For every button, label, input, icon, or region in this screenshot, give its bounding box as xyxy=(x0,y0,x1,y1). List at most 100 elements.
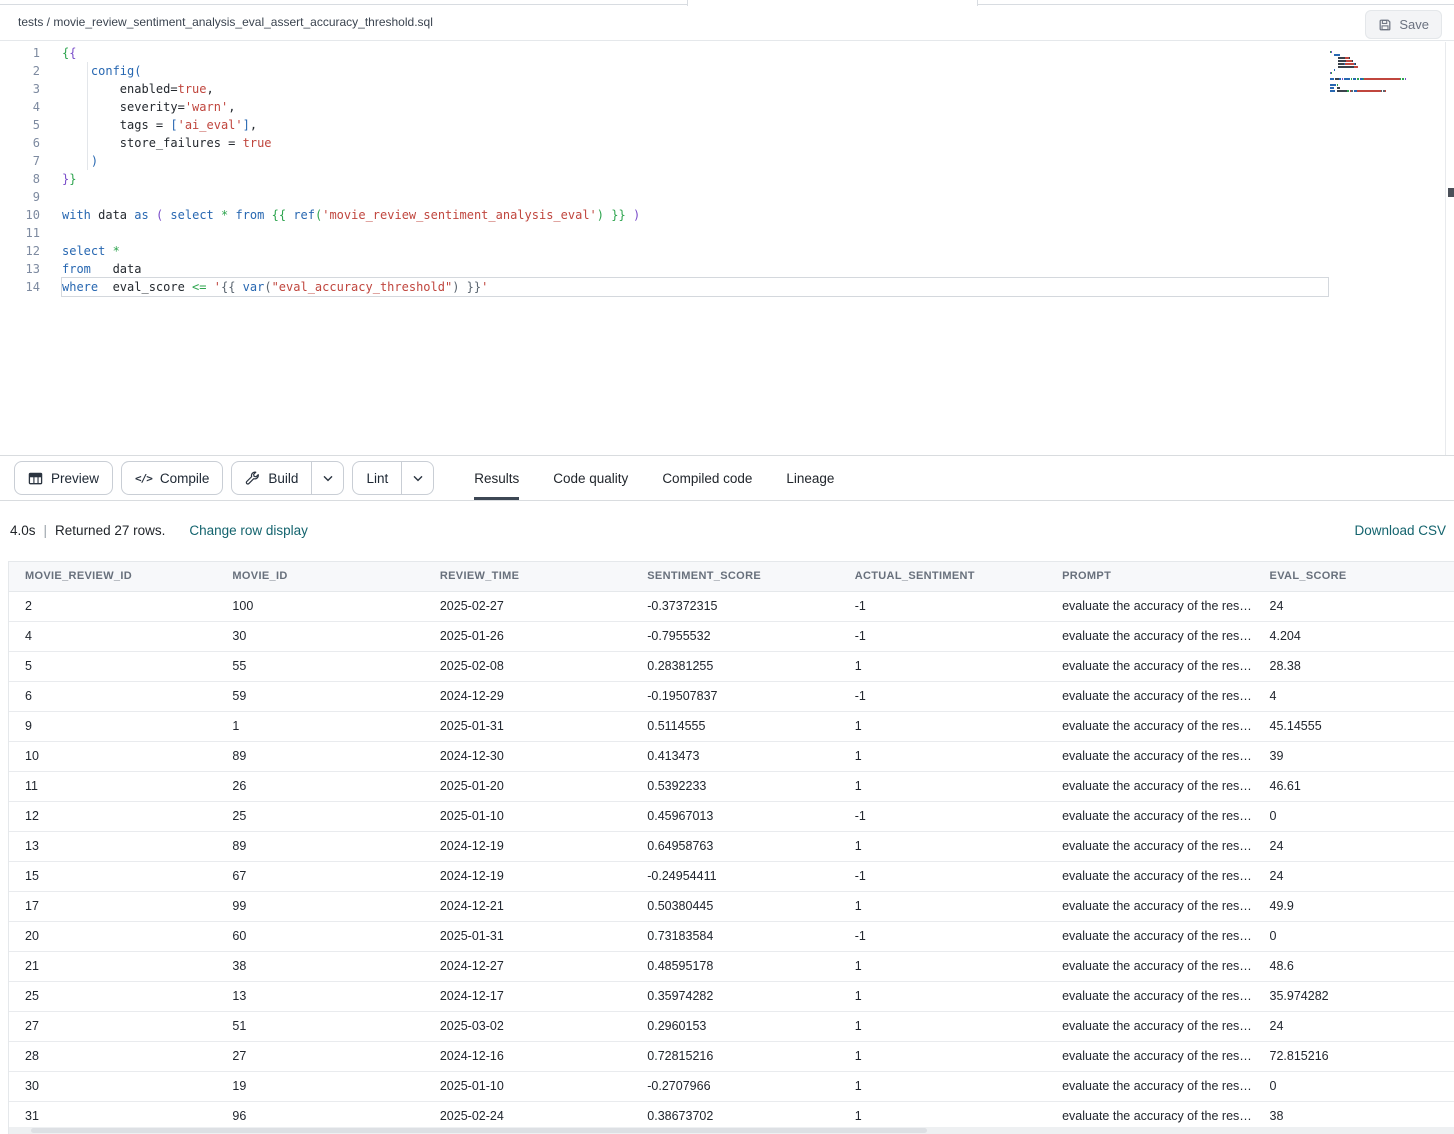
tab-code-quality[interactable]: Code quality xyxy=(553,456,628,500)
table-cell: -1 xyxy=(839,681,1046,711)
table-cell: 2024-12-29 xyxy=(424,681,631,711)
line-number: 3 xyxy=(0,80,40,98)
code-line: {{ xyxy=(62,44,1328,62)
table-cell: 59 xyxy=(216,681,423,711)
eval-score-cell: 0 xyxy=(1254,1071,1454,1101)
table-cell: 28 xyxy=(9,1041,216,1071)
table-cell: 2025-01-10 xyxy=(424,1071,631,1101)
tab-lineage[interactable]: Lineage xyxy=(786,456,834,500)
table-row: 21382024-12-270.485951781evaluate the ac… xyxy=(9,951,1454,981)
table-horizontal-scrollbar[interactable] xyxy=(9,1127,1454,1134)
code-line: severity='warn', xyxy=(62,98,1328,116)
column-header-review_time: REVIEW_TIME xyxy=(424,562,631,591)
table-cell: -1 xyxy=(839,921,1046,951)
change-row-display-link[interactable]: Change row display xyxy=(189,523,308,538)
build-button-label: Build xyxy=(268,471,298,486)
eval-score-cell: 45.14555 xyxy=(1254,711,1454,741)
code-line: enabled=true, xyxy=(62,80,1328,98)
code-line: from data xyxy=(62,260,1328,278)
table-cell: 2024-12-19 xyxy=(424,831,631,861)
table-cell: 1 xyxy=(839,1011,1046,1041)
query-duration: 4.0s xyxy=(10,523,36,538)
editor-minimap[interactable] xyxy=(1330,44,1444,86)
code-line xyxy=(62,188,1328,206)
download-csv-link[interactable]: Download CSV xyxy=(1354,523,1446,538)
build-button[interactable]: Build xyxy=(231,461,344,495)
action-buttons: Preview </> Compile Build xyxy=(14,461,434,495)
table-row: 21002025-02-27-0.37372315-1evaluate the … xyxy=(9,591,1454,621)
prompt-text: evaluate the accuracy of the res… xyxy=(1062,629,1252,643)
eval-score-cell: 4.204 xyxy=(1254,621,1454,651)
preview-button[interactable]: Preview xyxy=(14,461,113,495)
table-cell: 30 xyxy=(216,621,423,651)
prompt-cell: evaluate the accuracy of the res… xyxy=(1046,741,1253,771)
prompt-text: evaluate the accuracy of the res… xyxy=(1062,599,1252,613)
table-cell: -1 xyxy=(839,801,1046,831)
eval-score-cell: 24 xyxy=(1254,861,1454,891)
table-cell: 0.73183584 xyxy=(631,921,838,951)
table-cell: -0.2707966 xyxy=(631,1071,838,1101)
prompt-text: evaluate the accuracy of the res… xyxy=(1062,749,1252,763)
table-cell: 19 xyxy=(216,1071,423,1101)
table-cell: 1 xyxy=(839,981,1046,1011)
table-cell: 0.413473 xyxy=(631,741,838,771)
table-row: 28272024-12-160.728152161evaluate the ac… xyxy=(9,1041,1454,1071)
table-row: 20602025-01-310.73183584-1evaluate the a… xyxy=(9,921,1454,951)
save-button[interactable]: Save xyxy=(1365,10,1442,39)
line-number: 9 xyxy=(0,188,40,206)
prompt-cell: evaluate the accuracy of the res… xyxy=(1046,981,1253,1011)
prompt-cell: evaluate the accuracy of the res… xyxy=(1046,891,1253,921)
table-horizontal-scrollbar-thumb[interactable] xyxy=(31,1128,927,1133)
prompt-text: evaluate the accuracy of the res… xyxy=(1062,689,1252,703)
table-row: 15672024-12-19-0.24954411-1evaluate the … xyxy=(9,861,1454,891)
breadcrumb-bar: tests / movie_review_sentiment_analysis_… xyxy=(0,6,1454,41)
build-dropdown-caret[interactable] xyxy=(311,462,343,494)
code-brackets-icon: </> xyxy=(135,472,152,485)
code-editor[interactable]: 1234567891011121314 {{ config( enabled=t… xyxy=(0,42,1454,455)
table-cell: 2025-01-10 xyxy=(424,801,631,831)
table-cell: 2 xyxy=(9,591,216,621)
prompt-text: evaluate the accuracy of the res… xyxy=(1062,719,1252,733)
results-table: MOVIE_REVIEW_IDMOVIE_IDREVIEW_TIMESENTIM… xyxy=(9,562,1454,1132)
table-cell: 20 xyxy=(9,921,216,951)
lint-button-label: Lint xyxy=(366,471,388,486)
prompt-cell: evaluate the accuracy of the res… xyxy=(1046,771,1253,801)
results-tabs: Results Code quality Compiled code Lineage xyxy=(474,456,834,500)
prompt-text: evaluate the accuracy of the res… xyxy=(1062,929,1252,943)
table-cell: 5 xyxy=(9,651,216,681)
table-cell: 2024-12-16 xyxy=(424,1041,631,1071)
line-number: 5 xyxy=(0,116,40,134)
prompt-text: evaluate the accuracy of the res… xyxy=(1062,959,1252,973)
table-cell: -0.24954411 xyxy=(631,861,838,891)
table-row: 27512025-03-020.29601531evaluate the acc… xyxy=(9,1011,1454,1041)
code-line: tags = ['ai_eval'], xyxy=(62,116,1328,134)
eval-score-cell: 46.61 xyxy=(1254,771,1454,801)
prompt-cell: evaluate the accuracy of the res… xyxy=(1046,861,1253,891)
table-cell: 1 xyxy=(216,711,423,741)
editor-scrollbar-thumb[interactable] xyxy=(1448,188,1454,197)
eval-score-cell: 0 xyxy=(1254,801,1454,831)
table-cell: 25 xyxy=(216,801,423,831)
table-cell: 0.64958763 xyxy=(631,831,838,861)
code-line: config( xyxy=(62,62,1328,80)
lint-dropdown-caret[interactable] xyxy=(401,462,433,494)
tab-compiled-code[interactable]: Compiled code xyxy=(662,456,752,500)
status-bar: 4.0s | Returned 27 rows. Change row disp… xyxy=(0,502,1454,561)
table-cell: -1 xyxy=(839,621,1046,651)
prompt-cell: evaluate the accuracy of the res… xyxy=(1046,1071,1253,1101)
table-cell: 38 xyxy=(216,951,423,981)
compile-button[interactable]: </> Compile xyxy=(121,461,223,495)
table-cell: 30 xyxy=(9,1071,216,1101)
table-cell: 10 xyxy=(9,741,216,771)
table-cell: 1 xyxy=(839,651,1046,681)
line-number: 11 xyxy=(0,224,40,242)
prompt-text: evaluate the accuracy of the res… xyxy=(1062,1079,1252,1093)
lint-button[interactable]: Lint xyxy=(352,461,434,495)
line-number: 7 xyxy=(0,152,40,170)
tab-strip-border-left xyxy=(0,4,687,5)
editor-scrollbar[interactable] xyxy=(1445,42,1454,455)
table-cell: 2024-12-21 xyxy=(424,891,631,921)
table-row: 10892024-12-300.4134731evaluate the accu… xyxy=(9,741,1454,771)
code-line xyxy=(62,224,1328,242)
tab-results[interactable]: Results xyxy=(474,456,519,500)
